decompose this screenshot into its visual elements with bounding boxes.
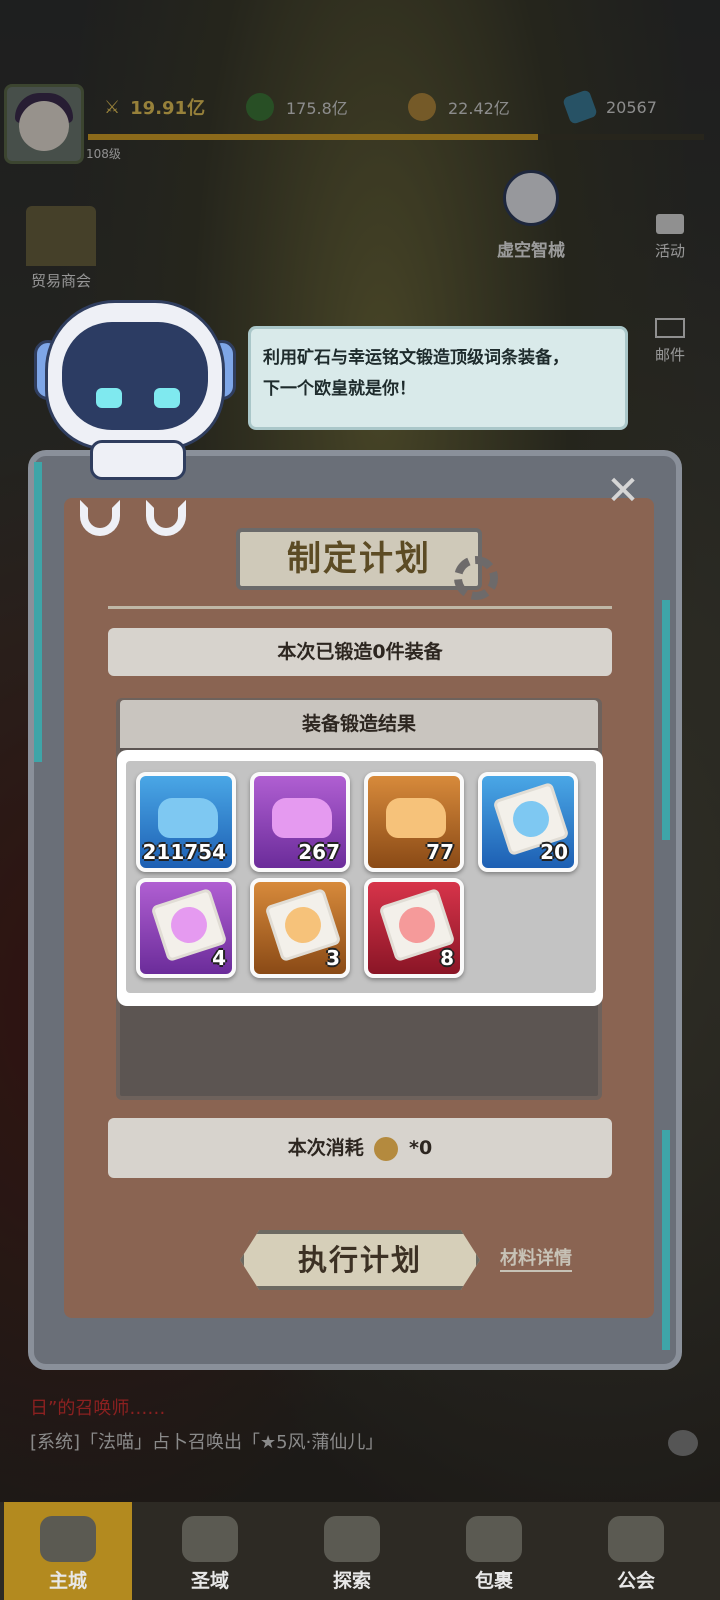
- frame-accent: [34, 462, 42, 762]
- material-details-link[interactable]: 材料详情: [500, 1244, 572, 1272]
- chat-message: [系统]「法喵」占卜召唤出「★5风·蒲仙儿」: [30, 1432, 384, 1453]
- item-count: 4: [212, 946, 226, 970]
- robot-eye: [96, 388, 122, 408]
- frame-accent: [662, 600, 670, 840]
- item-count: 77: [426, 840, 454, 864]
- gear-icon: [454, 556, 498, 600]
- scroll-item-slot[interactable]: 3: [250, 878, 350, 978]
- robot-visor: [62, 322, 208, 430]
- item-count: 267: [298, 840, 340, 864]
- nav-tab[interactable]: 主城: [4, 1502, 132, 1600]
- frame-accent: [662, 1130, 670, 1350]
- nav-tab-icon: [466, 1516, 522, 1562]
- nav-tab[interactable]: 圣域: [146, 1502, 274, 1600]
- execute-plan-button[interactable]: 执行计划: [240, 1230, 480, 1290]
- forged-count-info: 本次已锻造0件装备: [108, 628, 612, 676]
- nav-tab-label: 圣域: [190, 1570, 229, 1592]
- item-count: 8: [440, 946, 454, 970]
- robot-eye: [154, 388, 180, 408]
- item-count: 20: [540, 840, 568, 864]
- item-count: 211754: [142, 840, 227, 864]
- ore-icon: [386, 798, 446, 838]
- nav-tab[interactable]: 公会: [572, 1502, 700, 1600]
- scroll-item-slot[interactable]: 8: [364, 878, 464, 978]
- nav-tab-label: 主城: [48, 1570, 87, 1592]
- coin-icon: [374, 1136, 399, 1161]
- speech-bubble: 利用矿石与幸运铭文锻造顶级词条装备， 下一个欧皇就是你！: [248, 326, 628, 430]
- ore-item-slot[interactable]: 211754: [136, 772, 236, 872]
- nav-tab[interactable]: 包裹: [430, 1502, 558, 1600]
- ore-item-slot[interactable]: 77: [364, 772, 464, 872]
- nav-tab-icon: [324, 1516, 380, 1562]
- cost-label: 本次消耗: [287, 1137, 364, 1159]
- scroll-item-slot[interactable]: 20: [478, 772, 578, 872]
- chat-bubble-icon[interactable]: [668, 1430, 698, 1456]
- dialog-title: 制定计划: [287, 539, 431, 579]
- bubble-line-1: 利用矿石与幸运铭文锻造顶级词条装备，: [263, 348, 569, 368]
- cost-bar: 本次消耗 *0: [108, 1118, 612, 1178]
- nav-tab[interactable]: 探索: [288, 1502, 416, 1600]
- dialog-title-plate: 制定计划: [236, 528, 482, 590]
- nav-tab-label: 公会: [616, 1570, 655, 1592]
- nav-tab-icon: [40, 1516, 96, 1562]
- cost-value: *0: [409, 1137, 433, 1159]
- divider: [108, 606, 612, 609]
- nav-tab-label: 包裹: [474, 1570, 513, 1592]
- nav-tab-icon: [608, 1516, 664, 1562]
- ore-icon: [158, 798, 218, 838]
- ore-item-slot[interactable]: 267: [250, 772, 350, 872]
- close-icon[interactable]: ✕: [596, 466, 650, 520]
- result-title: 装备锻造结果: [120, 700, 598, 748]
- nav-tab-icon: [182, 1516, 238, 1562]
- chat-message: 日”的召唤师……: [30, 1398, 166, 1419]
- nav-tab-label: 探索: [332, 1570, 371, 1592]
- scroll-item-slot[interactable]: 4: [136, 878, 236, 978]
- item-count: 3: [326, 946, 340, 970]
- ore-icon: [272, 798, 332, 838]
- robot-body: [90, 440, 186, 480]
- bubble-line-2: 下一个欧皇就是你！: [263, 379, 416, 399]
